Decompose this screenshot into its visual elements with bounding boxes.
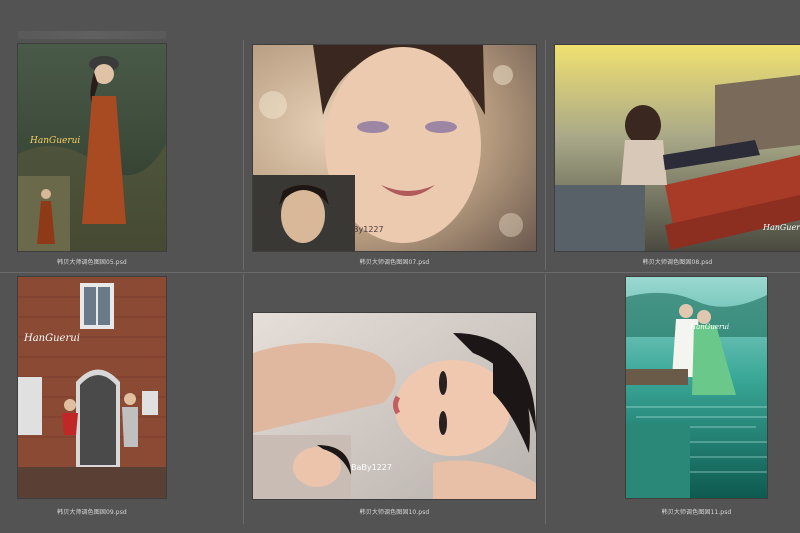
file-item[interactable]: By1227 韩贝大师调色图固07.psd xyxy=(244,0,545,272)
photo-portrait-closeup-icon[interactable]: By1227 xyxy=(253,45,536,251)
file-item[interactable]: HanGuerui 韩贝大师调色图固09.psd xyxy=(0,273,243,533)
photo-lying-portrait-icon[interactable]: BaBy1227 xyxy=(253,313,536,499)
file-name: 韩贝大师调色图固11.psd xyxy=(661,509,732,516)
file-browser-grid: HanGuerui 韩贝大师调色图固05.psd By1227 韩贝大师调色图固… xyxy=(0,0,800,533)
inset-photo xyxy=(626,423,690,498)
watermark-text: HanGuerui xyxy=(30,136,81,146)
file-name: 韩贝大师调色图固07.psd xyxy=(359,259,430,266)
watermark-text: BaBy1227 xyxy=(351,463,392,472)
file-name: 韩贝大师调色图固10.psd xyxy=(359,509,430,516)
watermark-text: HanGuerui xyxy=(763,223,800,232)
file-name: 韩贝大师调色图固05.psd xyxy=(57,259,127,266)
photo-girl-bench-icon[interactable]: HanGuerui xyxy=(555,45,800,251)
file-name: 韩贝大师调色图固08.psd xyxy=(642,259,713,266)
inset-photo xyxy=(253,175,355,251)
inset-photo xyxy=(555,185,645,251)
watermark-text: HanGuerui xyxy=(24,333,80,344)
file-item[interactable]: HanGuerui 韩贝大师调色图固11.psd xyxy=(546,273,800,533)
watermark-text: HanGuerui xyxy=(690,323,730,331)
photo-couple-lake-icon[interactable]: HanGuerui xyxy=(626,277,767,498)
inset-photo xyxy=(253,435,351,499)
file-item[interactable]: HanGuerui 韩贝大师调色图固08.psd xyxy=(546,0,800,272)
photo-girl-field-icon[interactable]: HanGuerui xyxy=(18,44,166,251)
file-name: 韩贝大师调色图固09.psd xyxy=(57,509,127,516)
file-item[interactable]: HanGuerui 韩贝大师调色图固05.psd xyxy=(0,0,243,272)
file-item[interactable]: BaBy1227 韩贝大师调色图固10.psd xyxy=(244,273,545,533)
photo-couple-brickwall-icon[interactable]: HanGuerui xyxy=(18,277,166,498)
watermark-text: By1227 xyxy=(353,225,384,234)
